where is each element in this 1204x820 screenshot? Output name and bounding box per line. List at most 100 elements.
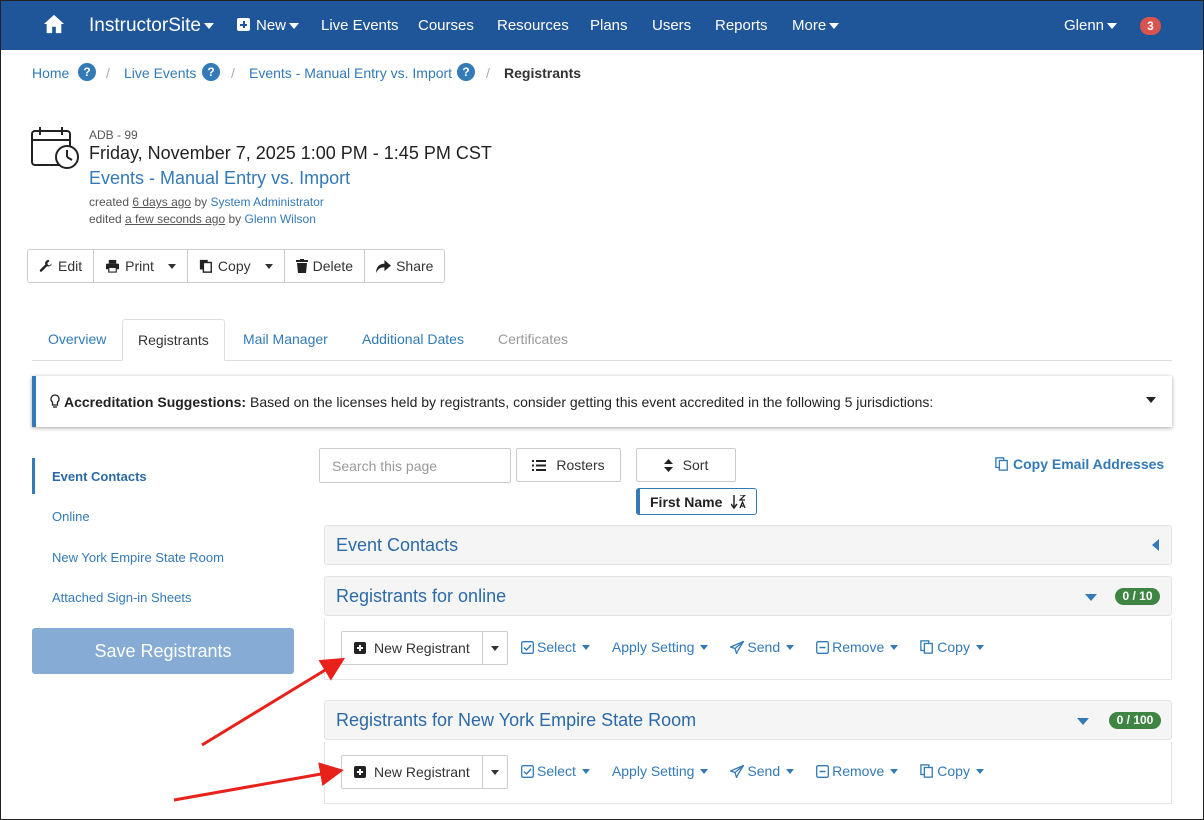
nav-reports[interactable]: Reports (715, 1, 768, 50)
nav-courses[interactable]: Courses (418, 1, 474, 50)
minus-square-icon (816, 764, 830, 778)
event-name[interactable]: Events - Manual Entry vs. Import (89, 168, 350, 189)
new-registrant-label: New Registrant (374, 640, 470, 656)
paper-plane-icon (730, 640, 745, 654)
edit-button[interactable]: Edit (27, 249, 95, 283)
select-menu[interactable]: Select (521, 639, 590, 655)
brand-label: InstructorSite (89, 15, 201, 36)
by-label: by (228, 212, 242, 226)
sidebar-item-online[interactable]: Online (52, 509, 90, 524)
help-icon[interactable]: ? (78, 63, 96, 81)
delete-button[interactable]: Delete (283, 249, 366, 283)
remove-label: Remove (832, 639, 885, 655)
new-registrant-button[interactable]: New Registrant (341, 755, 483, 789)
sort-chip-first-name[interactable]: First Name (636, 488, 758, 515)
delete-label: Delete (312, 258, 354, 274)
sidebar-item-event-contacts[interactable]: Event Contacts (52, 469, 147, 484)
print-button[interactable]: Print (93, 249, 188, 283)
bulk-actions: Select Apply Setting Send Remove Copy (521, 639, 1006, 655)
caret-down-icon[interactable] (1077, 718, 1089, 725)
nav-plans[interactable]: Plans (590, 1, 628, 50)
chevron-down-icon (700, 644, 709, 650)
apply-setting-menu[interactable]: Apply Setting (612, 639, 709, 655)
breadcrumb-home[interactable]: Home (32, 64, 69, 82)
breadcrumb-event[interactable]: Events - Manual Entry vs. Import (249, 64, 452, 82)
copy-email-addresses-label: Copy Email Addresses (1013, 456, 1165, 472)
chevron-down-icon (829, 23, 840, 30)
edited-when: a few seconds ago (125, 212, 226, 226)
trash-icon (295, 259, 308, 273)
sidebar-item-new-york-empire-state-room[interactable]: New York Empire State Room (52, 550, 224, 565)
chevron-down-icon (203, 22, 214, 29)
remove-menu[interactable]: Remove (816, 639, 899, 655)
help-icon[interactable]: ? (202, 63, 220, 81)
more-menu[interactable]: More (792, 1, 840, 50)
copy-menu[interactable]: Copy (920, 639, 984, 655)
caret-down-icon[interactable] (1085, 594, 1097, 601)
chevron-down-icon (264, 263, 273, 269)
accreditation-panel[interactable]: Accreditation Suggestions: Based on the … (32, 376, 1172, 427)
created-by-link[interactable]: System Administrator (210, 195, 323, 209)
tab-mail-manager[interactable]: Mail Manager (228, 319, 343, 361)
bulk-actions: Select Apply Setting Send Remove Copy (521, 763, 1006, 779)
paper-plane-icon (730, 764, 745, 778)
section-registrants-new-york[interactable]: Registrants for New York Empire State Ro… (324, 700, 1172, 740)
copy-email-addresses-link[interactable]: Copy Email Addresses (995, 456, 1164, 472)
tab-registrants[interactable]: Registrants (122, 319, 225, 361)
chevron-down-icon[interactable] (1146, 397, 1156, 403)
print-label: Print (125, 258, 154, 274)
new-menu[interactable]: New (237, 1, 300, 50)
save-registrants-button[interactable]: Save Registrants (32, 628, 294, 674)
section-body-online: New Registrant Select Apply Setting Send… (324, 618, 1172, 680)
apply-setting-label: Apply Setting (611, 763, 695, 779)
caret-left-icon[interactable] (1152, 539, 1159, 551)
section-event-contacts[interactable]: Event Contacts (324, 525, 1172, 565)
sort-alpha-desc-icon (731, 494, 747, 509)
tab-additional-dates[interactable]: Additional Dates (347, 319, 479, 361)
sidebar-item-attached-sign-in-sheets[interactable]: Attached Sign-in Sheets (52, 590, 191, 605)
new-registrant-dropdown[interactable] (482, 755, 508, 789)
section-registrants-online[interactable]: Registrants for online 0 / 10 (324, 576, 1172, 616)
user-menu[interactable]: Glenn (1064, 1, 1118, 50)
home-icon[interactable] (43, 13, 65, 35)
copy-menu[interactable]: Copy (920, 763, 984, 779)
chevron-down-icon (167, 263, 176, 269)
wrench-icon (39, 259, 52, 272)
sidebar-active-indicator (32, 458, 35, 494)
sort-field-label: First Name (650, 493, 723, 510)
registrant-count-badge: 0 / 10 (1115, 588, 1160, 605)
nav-users[interactable]: Users (652, 1, 691, 50)
section-title: Event Contacts (336, 535, 459, 555)
new-registrant-button[interactable]: New Registrant (341, 631, 483, 665)
edited-by-link[interactable]: Glenn Wilson (245, 212, 316, 226)
brand-menu[interactable]: InstructorSite (89, 1, 214, 50)
section-title: Registrants for New York Empire State Ro… (336, 710, 697, 730)
send-label: Send (747, 639, 781, 655)
send-label: Send (747, 763, 781, 779)
tab-overview[interactable]: Overview (33, 319, 121, 361)
chevron-down-icon (890, 644, 899, 650)
chevron-down-icon (786, 768, 795, 774)
breadcrumb-live-events[interactable]: Live Events (124, 64, 196, 82)
remove-menu[interactable]: Remove (816, 763, 899, 779)
nav-live-events[interactable]: Live Events (321, 1, 399, 50)
share-button[interactable]: Share (364, 249, 446, 283)
help-icon[interactable]: ? (457, 63, 475, 81)
rosters-button[interactable]: Rosters (516, 448, 621, 482)
apply-setting-menu[interactable]: Apply Setting (612, 763, 709, 779)
remove-label: Remove (832, 763, 885, 779)
copy-button[interactable]: Copy (186, 249, 285, 283)
send-menu[interactable]: Send (730, 639, 795, 655)
search-input[interactable] (319, 448, 511, 483)
new-registrant-dropdown[interactable] (482, 631, 508, 665)
copy-icon (920, 640, 934, 654)
tab-certificates: Certificates (498, 331, 569, 347)
breadcrumb-separator: / (231, 65, 235, 81)
nav-resources[interactable]: Resources (497, 1, 569, 50)
select-menu[interactable]: Select (521, 763, 590, 779)
notification-badge[interactable]: 3 (1140, 17, 1161, 35)
send-menu[interactable]: Send (730, 763, 795, 779)
sort-button[interactable]: Sort (636, 448, 736, 482)
edited-prefix: edited (89, 212, 122, 226)
new-registrant-group: New Registrant (341, 631, 508, 665)
